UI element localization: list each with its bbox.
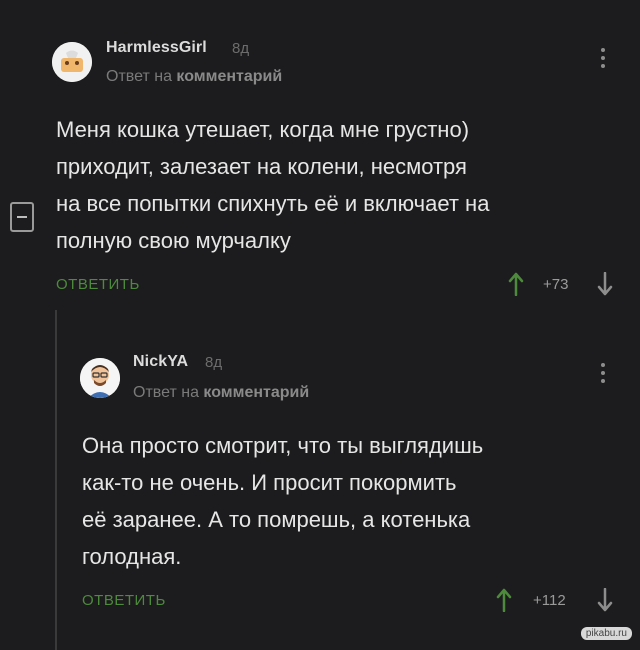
username[interactable]: NickYA [133, 353, 188, 371]
arrow-down-icon[interactable] [597, 588, 613, 612]
comment-line: на все попытки спихнуть её и включает на [56, 191, 490, 216]
comment-line: Меня кошка утешает, когда мне грустно) [56, 117, 470, 142]
reply-to-info: Ответ на комментарий [106, 68, 282, 86]
reply-to-link[interactable]: комментарий [176, 68, 282, 85]
comment-line: её заранее. А то помрешь, а котенька [82, 507, 471, 532]
rating-value: +112 [533, 592, 566, 609]
arrow-up-icon[interactable] [508, 272, 524, 296]
comment-time: 8д [205, 354, 223, 371]
collapse-minus-icon[interactable] [10, 202, 34, 232]
watermark: pikabu.ru [580, 627, 632, 640]
comment-time: 8д [232, 40, 250, 57]
comment: HarmlessGirl 8д Ответ на комментарий Мен… [0, 0, 640, 320]
reply-to-info: Ответ на комментарий [133, 384, 309, 402]
avatar[interactable] [80, 358, 120, 398]
comment-body: Меня кошка утешает, когда мне грустно) п… [56, 111, 489, 259]
avatar-image [80, 358, 120, 398]
comment: NickYA 8д Ответ на комментарий Она прост… [0, 320, 640, 650]
comment-line: голодная. [82, 544, 182, 569]
comment-body: Она просто смотрит, что ты выглядишь как… [82, 427, 483, 575]
reply-button[interactable]: ОТВЕТИТЬ [56, 276, 140, 293]
arrow-up-icon[interactable] [496, 588, 512, 612]
avatar[interactable] [52, 42, 92, 82]
comment-line: как-то не очень. И просит покормить [82, 470, 457, 495]
rating-value: +73 [543, 276, 569, 293]
arrow-down-icon[interactable] [597, 272, 613, 296]
reply-button[interactable]: ОТВЕТИТЬ [82, 592, 166, 609]
comment-line: приходит, залезает на колени, несмотря [56, 154, 467, 179]
comment-line: полную свою мурчалку [56, 228, 291, 253]
avatar-image [52, 42, 92, 82]
reply-to-link[interactable]: комментарий [203, 384, 309, 401]
kebab-menu-icon[interactable] [600, 363, 606, 389]
reply-to-prefix: Ответ на [106, 68, 172, 85]
username[interactable]: HarmlessGirl [106, 39, 207, 57]
kebab-menu-icon[interactable] [600, 48, 606, 74]
reply-to-prefix: Ответ на [133, 384, 199, 401]
comment-line: Она просто смотрит, что ты выглядишь [82, 433, 484, 458]
